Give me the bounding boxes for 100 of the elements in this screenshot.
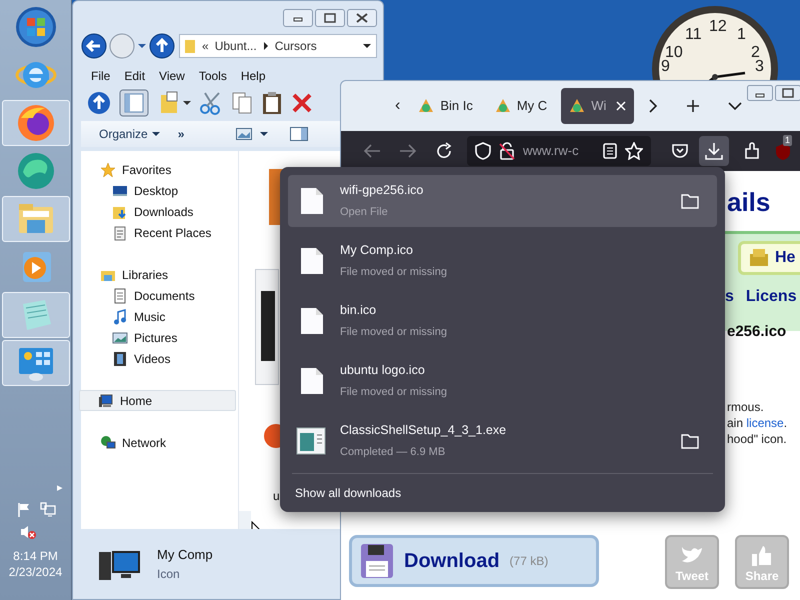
- download-item[interactable]: ubuntu logo.ico File moved or missing: [288, 355, 717, 407]
- menu-item[interactable]: Help: [240, 67, 266, 85]
- nav-item[interactable]: Desktop: [81, 180, 238, 201]
- forward-arrow-icon[interactable]: [399, 143, 417, 159]
- page-nav-link[interactable]: Licens: [746, 285, 797, 309]
- caret-icon[interactable]: [260, 131, 268, 137]
- address-bar[interactable]: www.rw-c: [467, 136, 651, 166]
- minimize-button[interactable]: [747, 85, 773, 101]
- download-item[interactable]: bin.ico File moved or missing: [288, 295, 717, 347]
- menu-item[interactable]: View: [159, 67, 185, 85]
- nav-item[interactable]: Videos: [81, 348, 238, 369]
- minimize-button[interactable]: [283, 9, 313, 27]
- taskbar-button[interactable]: [2, 340, 70, 386]
- menu-item[interactable]: File: [91, 67, 110, 85]
- chevron-icon[interactable]: [262, 42, 269, 50]
- preview-pane-icon[interactable]: [119, 89, 149, 117]
- folder-icon[interactable]: [681, 433, 699, 449]
- dropdown-icon[interactable]: [362, 43, 372, 49]
- documents-icon: [112, 288, 128, 304]
- nav-item[interactable]: Documents: [81, 285, 238, 306]
- pocket-icon[interactable]: [671, 143, 689, 159]
- page-nav-link[interactable]: s: [725, 285, 734, 309]
- browser-tab[interactable]: Wi: [561, 88, 634, 124]
- clock-numeral: 3: [755, 59, 764, 75]
- star-icon[interactable]: [625, 142, 643, 160]
- download-status: File moved or missing: [340, 385, 447, 400]
- download-file-name: wifi-gpe256.ico: [340, 182, 424, 200]
- file-title: e256.ico: [727, 322, 786, 342]
- shield-icon[interactable]: [475, 142, 491, 160]
- show-all-downloads-button[interactable]: Show all downloads: [288, 484, 717, 502]
- download-button[interactable]: Download (77 kB): [349, 535, 599, 587]
- browser-tab[interactable]: My C: [486, 88, 556, 124]
- file-icon: [300, 367, 324, 395]
- preview-pane-icon[interactable]: [290, 127, 308, 141]
- address-bar[interactable]: « Ubunt... Cursors: [179, 34, 377, 58]
- download-item[interactable]: wifi-gpe256.ico Open File: [288, 175, 717, 227]
- nav-item[interactable]: Home: [79, 390, 236, 411]
- download-status: Open File: [340, 205, 389, 220]
- network-icon[interactable]: [40, 502, 56, 518]
- folder-icon: [184, 38, 196, 54]
- item-type: Icon: [157, 566, 181, 583]
- plus-icon[interactable]: [686, 99, 700, 113]
- folder-icon[interactable]: [681, 193, 699, 209]
- close-icon: [355, 12, 369, 24]
- caret-icon[interactable]: [137, 42, 147, 50]
- nav-item[interactable]: Recent Places: [81, 222, 238, 243]
- more-commands-button[interactable]: »: [178, 125, 184, 143]
- nav-item[interactable]: Network: [81, 432, 238, 453]
- item-name: My Comp: [157, 546, 213, 564]
- nav-item[interactable]: Downloads: [81, 201, 238, 222]
- copy-icon[interactable]: [231, 91, 253, 115]
- page-text: hood" icon.: [727, 431, 788, 447]
- delete-icon[interactable]: [291, 92, 313, 114]
- downloads-button[interactable]: [699, 136, 729, 166]
- close-button[interactable]: [347, 9, 377, 27]
- view-icon[interactable]: [236, 128, 252, 140]
- clock-numeral: 11: [685, 27, 702, 43]
- maximize-button[interactable]: [775, 85, 800, 101]
- download-item[interactable]: ClassicShellSetup_4_3_1.exe Completed — 6.9 MB: [288, 415, 717, 467]
- shield-extension-icon[interactable]: [775, 143, 791, 161]
- taskbar-button[interactable]: [2, 100, 70, 146]
- drawer-icon: [749, 248, 769, 268]
- reader-view-icon[interactable]: [603, 143, 617, 159]
- network-icon: [100, 434, 116, 450]
- chevron-down-icon[interactable]: [728, 101, 742, 111]
- breadcrumb-item[interactable]: Cursors: [274, 37, 317, 55]
- nav-item[interactable]: Music: [81, 306, 238, 327]
- site-favicon: [418, 98, 434, 114]
- computer-thumbnail: [261, 291, 275, 361]
- volume-muted-icon[interactable]: [18, 524, 36, 540]
- tab-scroll-left-button[interactable]: ‹: [395, 94, 400, 118]
- puzzle-piece-icon[interactable]: [743, 142, 761, 160]
- extension-badge: 1: [783, 135, 792, 146]
- breadcrumb-item[interactable]: Ubunt...: [214, 37, 257, 55]
- flag-icon[interactable]: [16, 502, 32, 518]
- clock-numeral: 1: [737, 27, 746, 43]
- help-tab[interactable]: He: [738, 241, 800, 275]
- reload-icon[interactable]: [435, 142, 453, 160]
- clipboard-icon[interactable]: [261, 91, 283, 115]
- site-favicon: [494, 98, 511, 114]
- chevron-right-icon[interactable]: [648, 99, 658, 113]
- nav-item[interactable]: Favorites: [81, 159, 238, 180]
- menu-item[interactable]: Tools: [198, 67, 227, 85]
- maximize-button[interactable]: [315, 9, 345, 27]
- insecure-lock-icon[interactable]: [499, 142, 515, 160]
- download-item[interactable]: My Comp.ico File moved or missing: [288, 235, 717, 287]
- star-icon: [100, 162, 116, 178]
- organize-menu[interactable]: Organize: [99, 125, 160, 143]
- start-orb-icon: [14, 6, 56, 48]
- breadcrumb-item[interactable]: «: [202, 37, 209, 55]
- scissors-icon[interactable]: [199, 91, 223, 115]
- license-link[interactable]: license: [746, 416, 784, 430]
- url-text[interactable]: www.rw-c: [523, 141, 579, 161]
- nav-item[interactable]: Pictures: [81, 327, 238, 348]
- browser-tab[interactable]: Bin Ic: [410, 88, 481, 124]
- menu-item[interactable]: Edit: [124, 67, 146, 85]
- close-icon[interactable]: [616, 101, 626, 111]
- taskbar-button[interactable]: [2, 196, 70, 242]
- home-icon: [98, 392, 114, 408]
- nav-item[interactable]: Libraries: [81, 264, 238, 285]
